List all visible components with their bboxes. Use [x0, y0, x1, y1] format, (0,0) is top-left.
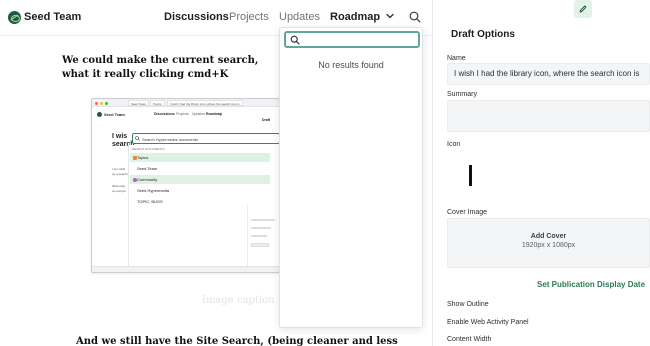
embedded-tab: I wish I had the library icon, where the…	[167, 100, 243, 106]
embedded-body-line: I am clicki	[112, 167, 126, 171]
nav-item-projects[interactable]: Projects	[229, 11, 269, 23]
embedded-window-bar: Seed Team Topics I wish I had the librar…	[92, 99, 279, 107]
summary-field[interactable]	[447, 100, 650, 132]
embedded-result-row: Seed Hypermedia	[130, 186, 270, 195]
search-input[interactable]	[304, 34, 414, 46]
no-results-message: No results found	[318, 60, 384, 70]
name-label: Name	[447, 55, 466, 62]
embedded-divider	[247, 205, 248, 272]
embedded-search-input: Search Hypermedia documents	[132, 133, 279, 144]
embedded-result-label: Topics	[137, 155, 149, 160]
document-icon	[133, 155, 137, 160]
content-paragraph: We could make the current search, what i…	[62, 55, 259, 80]
window-zoom-dot	[105, 101, 108, 105]
embedded-results-panel: RECENT DOCUMENTS Topics Seed Team Commun…	[129, 145, 279, 272]
embedded-result-row: TOPIC: BUGS	[130, 197, 270, 206]
pencil-icon	[579, 5, 587, 13]
embedded-result-label: Community	[137, 177, 158, 182]
add-cover-label: Add Cover	[530, 233, 567, 240]
embedded-nav-item: Roadmap	[206, 112, 222, 116]
name-value: I wish I had the library icon, where the…	[454, 69, 640, 78]
window-close-dot	[95, 101, 98, 105]
content-paragraph: And we still have the Site Search, (bein…	[76, 336, 398, 346]
embedded-result-row: Community	[130, 175, 270, 184]
site-name[interactable]: Seed Team	[24, 11, 81, 23]
embedded-section-label: RECENT DOCUMENTS	[132, 147, 165, 151]
embedded-screenshot: Seed Team Topics I wish I had the librar…	[91, 98, 280, 273]
embedded-search-icon	[135, 136, 140, 141]
embedded-result-label: Seed Hypermedia	[137, 188, 170, 193]
cover-image-dropzone[interactable]: Add Cover 1920px x 1080px	[447, 218, 650, 268]
embedded-placeholder-line	[251, 227, 271, 229]
image-caption[interactable]: Image caption	[202, 295, 275, 306]
embedded-result-label: TOPIC: BUGS	[137, 199, 163, 204]
icon-label: Icon	[447, 141, 461, 148]
embedded-site-name: Seed Team	[104, 112, 125, 117]
embedded-heading: I wis search	[112, 133, 135, 148]
embedded-tab: Topics	[150, 100, 165, 106]
embedded-nav-item: Discussions	[154, 112, 175, 116]
embedded-body-line: up a search	[112, 172, 128, 176]
embedded-nav-item: Projects	[176, 112, 189, 116]
cover-image-label: Cover Image	[447, 209, 488, 216]
window-minimize-dot	[100, 101, 103, 105]
show-outline-label[interactable]: Show Outline	[447, 301, 489, 308]
edit-button[interactable]	[574, 0, 592, 18]
set-publication-date-link[interactable]: Set Publication Display Date	[537, 280, 645, 289]
embedded-nav-item: Updates	[192, 112, 206, 116]
embedded-result-row: Seed Team	[130, 164, 270, 173]
search-icon	[290, 35, 300, 45]
nav-item-updates[interactable]: Updates	[279, 11, 320, 23]
embedded-logo-icon	[97, 112, 102, 117]
name-field[interactable]: I wish I had the library icon, where the…	[447, 63, 650, 85]
embedded-search-placeholder: Search Hypermedia documents	[142, 136, 199, 142]
embedded-tab: Seed Team	[128, 100, 150, 106]
embedded-placeholder-box	[251, 243, 269, 247]
embedded-placeholder-line	[251, 219, 275, 221]
search-popover: No results found	[279, 27, 423, 328]
embedded-status-bar	[92, 266, 279, 272]
draft-options-panel	[432, 0, 650, 346]
embedded-body-line: up everyw	[112, 189, 126, 193]
seed-logo-icon[interactable]	[8, 11, 21, 24]
embedded-panel-title: Draft	[262, 118, 271, 122]
embedded-placeholder-line	[251, 235, 267, 237]
cover-size-hint: 1920px x 1080px	[521, 242, 576, 249]
nav-item-roadmap[interactable]: Roadmap	[330, 11, 380, 23]
chevron-down-icon[interactable]	[384, 10, 396, 22]
community-icon	[133, 177, 137, 182]
icon-image[interactable]	[469, 165, 472, 186]
content-width-label[interactable]: Content Width	[447, 336, 491, 343]
nav-item-discussions[interactable]: Discussions	[164, 11, 229, 23]
embedded-body-line: Obviously	[112, 184, 126, 188]
summary-label: Summary	[447, 91, 477, 98]
embedded-result-row: Topics	[130, 153, 270, 162]
search-icon[interactable]	[408, 10, 422, 24]
panel-title: Draft Options	[451, 29, 515, 40]
web-activity-label[interactable]: Enable Web Activity Panel	[447, 319, 529, 326]
embedded-result-label: Seed Team	[137, 166, 158, 171]
search-field[interactable]	[284, 31, 420, 48]
